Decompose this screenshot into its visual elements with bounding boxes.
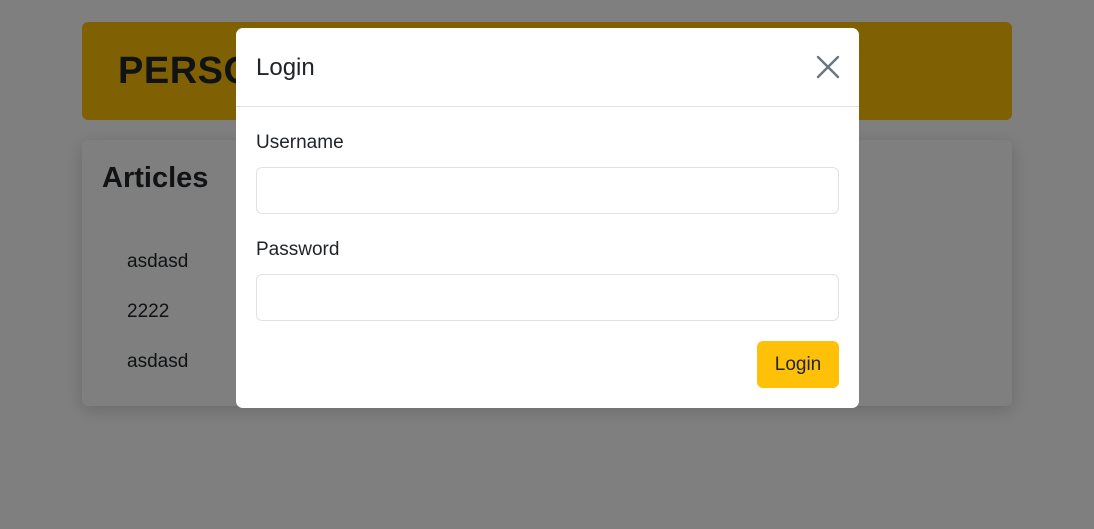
login-button[interactable]: Login [757, 341, 839, 388]
close-button[interactable] [813, 52, 843, 82]
modal-title: Login [256, 54, 315, 81]
password-label: Password [256, 239, 340, 260]
close-icon [816, 55, 840, 79]
password-input[interactable] [256, 274, 839, 321]
modal-header: Login [236, 28, 859, 107]
username-input[interactable] [256, 167, 839, 214]
username-label: Username [256, 132, 344, 153]
login-modal: Login Username Password Login [236, 28, 859, 408]
page: PERSONAL BLOG Articles asdasd 2222 asdas… [0, 0, 1094, 529]
